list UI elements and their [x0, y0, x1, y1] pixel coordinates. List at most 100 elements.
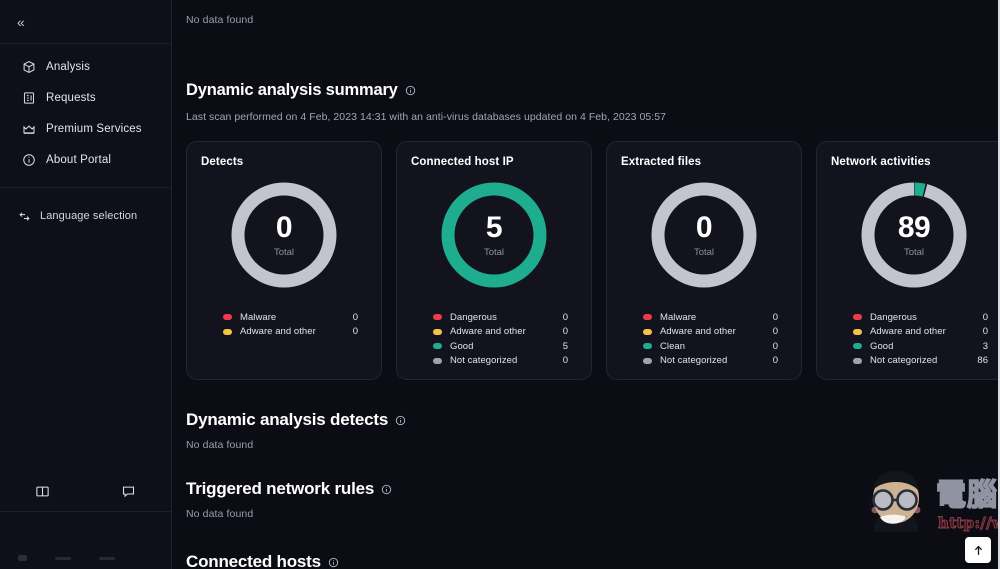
legend-color-dot: [223, 328, 232, 335]
donut-chart: 0 Total: [228, 179, 340, 291]
legend-color-dot: [433, 343, 442, 350]
legend-label: Not categorized: [450, 355, 518, 367]
legend-item: Not categorized 86: [853, 354, 988, 369]
app-root: « Analysis Requests Premium Services Abo…: [0, 0, 1000, 569]
sidebar-footer: [0, 511, 171, 569]
legend-value: 0: [772, 355, 778, 367]
sidebar-item-analysis[interactable]: Analysis: [0, 51, 171, 82]
info-circle-icon[interactable]: [328, 557, 339, 568]
rules-no-data-text: No data found: [186, 508, 254, 520]
legend-color-dot: [853, 314, 862, 321]
triggered-network-rules-heading: Triggered network rules: [186, 479, 998, 499]
scroll-to-top-button[interactable]: [965, 537, 991, 563]
chat-bubble-icon[interactable]: [86, 484, 172, 499]
card-detects[interactable]: Detects 0 Total Malware 0 Adware and oth…: [186, 141, 382, 380]
legend-value: 0: [772, 311, 778, 323]
legend-value: 0: [982, 326, 988, 338]
legend: Dangerous 0 Adware and other 0 Good 3 No…: [831, 310, 997, 368]
dynamic-analysis-summary-heading: Dynamic analysis summary: [186, 81, 998, 100]
legend: Malware 0 Adware and other 0: [201, 310, 367, 339]
legend: Dangerous 0 Adware and other 0 Good 5 No…: [411, 310, 577, 368]
card-connected-host-ip[interactable]: Connected host IP 5 Total Dangerous 0 Ad…: [396, 141, 592, 380]
list-document-icon: [22, 91, 36, 105]
card-extracted-files[interactable]: Extracted files 0 Total Malware 0 Adware…: [606, 141, 802, 380]
book-icon[interactable]: [0, 484, 86, 499]
last-scan-subtitle: Last scan performed on 4 Feb, 2023 14:31…: [186, 111, 667, 123]
legend-value: 0: [352, 326, 358, 338]
card-title: Connected host IP: [411, 156, 514, 168]
watermark-overlay: 電腦王阿達 http://www.kocpc.com.tw: [858, 466, 998, 538]
legend-item: Malware 0: [643, 310, 778, 325]
sidebar-item-premium-services[interactable]: Premium Services: [0, 113, 171, 144]
legend-color-dot: [853, 357, 862, 364]
legend-label: Adware and other: [240, 326, 316, 338]
legend-label: Malware: [660, 311, 697, 323]
sidebar-item-language-selection[interactable]: Language selection: [0, 202, 171, 230]
info-circle-icon: [22, 153, 36, 167]
info-circle-icon[interactable]: [381, 484, 392, 495]
legend-color-dot: [853, 328, 862, 335]
legend-value: 0: [562, 355, 568, 367]
section-title-text: Connected hosts: [186, 552, 321, 569]
legend-label: Malware: [240, 311, 277, 323]
legend-item: Not categorized 0: [643, 354, 778, 369]
legend-item: Dangerous 0: [853, 310, 988, 325]
legend-item: Not categorized 0: [433, 354, 568, 369]
legend-color-dot: [433, 314, 442, 321]
donut-total-value: 0: [695, 210, 713, 244]
legend-color-dot: [643, 314, 652, 321]
legend-color-dot: [223, 314, 232, 321]
legend-color-dot: [433, 357, 442, 364]
sidebar-item-requests[interactable]: Requests: [0, 82, 171, 113]
footer-bar-icon: [55, 556, 71, 560]
legend: Malware 0 Adware and other 0 Clean 0 Not…: [621, 310, 787, 368]
sidebar-collapse-row: «: [0, 0, 171, 44]
sidebar-item-label: Analysis: [46, 60, 91, 73]
legend-label: Good: [450, 340, 474, 352]
dynamic-analysis-detects-heading: Dynamic analysis detects: [186, 410, 998, 430]
legend-color-dot: [643, 328, 652, 335]
sidebar-collapse-button[interactable]: «: [17, 15, 25, 29]
top-no-data-text: No data found: [186, 14, 254, 26]
sidebar-item-about-portal[interactable]: About Portal: [0, 144, 171, 175]
sidebar-nav: Analysis Requests Premium Services About…: [0, 44, 171, 188]
sidebar-item-label: About Portal: [46, 153, 112, 166]
legend-value: 0: [352, 311, 358, 323]
legend-value: 86: [977, 355, 988, 367]
legend-label: Good: [870, 340, 894, 352]
footer-bar-icon: [99, 556, 115, 560]
legend-item: Adware and other 0: [223, 325, 358, 340]
card-title: Extracted files: [621, 156, 702, 168]
donut-chart-container: 0 Total: [201, 176, 367, 294]
footer-dot-icon: [18, 555, 27, 561]
donut-total-label: Total: [903, 246, 925, 258]
legend-label: Adware and other: [450, 326, 526, 338]
connected-hosts-heading: Connected hosts: [186, 552, 998, 569]
donut-chart: 0 Total: [648, 179, 760, 291]
legend-item: Malware 0: [223, 310, 358, 325]
legend-color-dot: [853, 343, 862, 350]
legend-item: Dangerous 0: [433, 310, 568, 325]
donut-total-label: Total: [273, 246, 295, 258]
card-network-activities[interactable]: Network activities 89 Total Dangerous 0 …: [816, 141, 998, 380]
crown-icon: [22, 122, 36, 136]
sidebar-item-label: Requests: [46, 91, 96, 104]
donut-center: 0 Total: [648, 179, 760, 291]
legend-item: Adware and other 0: [643, 325, 778, 340]
legend-value: 0: [772, 326, 778, 338]
donut-chart: 5 Total: [438, 179, 550, 291]
section-title-text: Triggered network rules: [186, 479, 375, 498]
donut-total-value: 0: [275, 210, 293, 244]
info-circle-icon[interactable]: [395, 415, 406, 426]
section-title-text: Dynamic analysis detects: [186, 410, 389, 429]
donut-center: 89 Total: [858, 179, 970, 291]
sidebar-footer-strip: [8, 550, 163, 566]
legend-label: Not categorized: [870, 355, 938, 367]
legend-label: Not categorized: [660, 355, 728, 367]
info-circle-icon[interactable]: [405, 85, 416, 96]
sidebar-language-group: Language selection: [0, 188, 171, 230]
donut-chart: 89 Total: [858, 179, 970, 291]
legend-value: 3: [982, 340, 988, 352]
sidebar-item-label: Premium Services: [46, 122, 142, 135]
legend-label: Adware and other: [870, 326, 946, 338]
